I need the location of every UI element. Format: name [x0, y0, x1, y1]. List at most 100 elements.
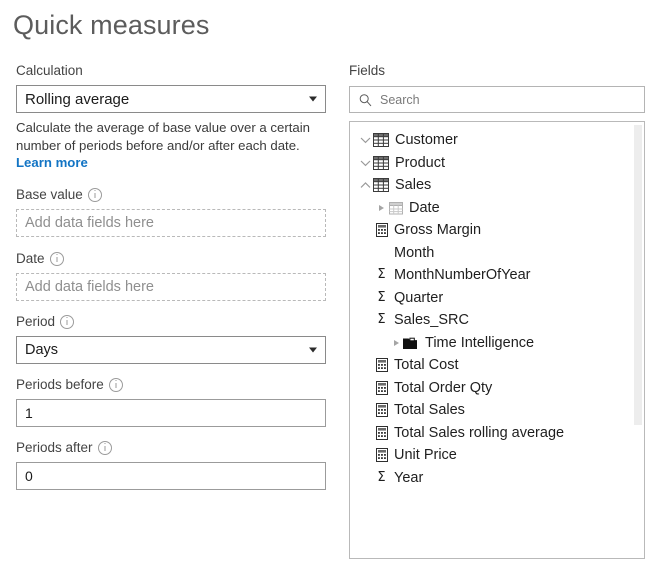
periods-before-value: 1: [25, 405, 33, 421]
tree-item-sales-src[interactable]: Σ Sales_SRC: [350, 309, 644, 332]
tree-item-label: Unit Price: [394, 444, 457, 466]
tree-item-year[interactable]: Σ Year: [350, 467, 644, 490]
tree-item-total-sales-rolling-average[interactable]: Total Sales rolling average: [350, 422, 644, 445]
search-placeholder: Search: [380, 93, 420, 107]
tree-item-label: Time Intelligence: [425, 332, 534, 354]
folder-icon: [403, 336, 419, 350]
tree-item-label: Total Cost: [394, 354, 458, 376]
base-value-dropzone[interactable]: Add data fields here: [16, 209, 326, 237]
calculator-icon: [375, 381, 388, 395]
tree-item-date[interactable]: Date: [350, 197, 644, 220]
date-dropzone[interactable]: Add data fields here: [16, 273, 326, 301]
fields-title: Fields: [349, 62, 645, 80]
sigma-icon: Σ: [375, 268, 388, 282]
tree-item-label: Year: [394, 467, 423, 489]
date-label-text: Date: [16, 250, 45, 268]
fields-scrollbar-thumb[interactable]: [634, 125, 642, 425]
fields-pane: Fields Search CustomerProductSalesDateGr…: [349, 62, 645, 559]
chevron-up-icon[interactable]: [358, 181, 373, 189]
tree-item-label: Sales_SRC: [394, 309, 469, 331]
description-line-1: Calculate the average of base value over…: [16, 120, 310, 135]
calculator-icon: [375, 223, 388, 237]
base-value-label-text: Base value: [16, 186, 83, 204]
calculation-description: Calculate the average of base value over…: [16, 119, 316, 172]
info-icon[interactable]: [88, 188, 102, 202]
calculator-icon: [375, 403, 388, 417]
tree-item-customer[interactable]: Customer: [350, 129, 644, 152]
calendar-icon: [388, 201, 403, 215]
chevron-down-icon: [309, 347, 317, 352]
calculation-pane: Calculation Rolling average Calculate th…: [16, 62, 326, 490]
periods-after-value: 0: [25, 468, 33, 484]
periods-after-input[interactable]: 0: [16, 462, 326, 490]
search-input[interactable]: Search: [349, 86, 645, 113]
period-label-text: Period: [16, 313, 55, 331]
fields-scrollbar-track[interactable]: [634, 123, 643, 559]
blank-icon: [375, 246, 388, 260]
info-icon[interactable]: [109, 378, 123, 392]
tree-item-total-order-qty[interactable]: Total Order Qty: [350, 377, 644, 400]
tree-item-label: Gross Margin: [394, 219, 481, 241]
tree-item-quarter[interactable]: Σ Quarter: [350, 287, 644, 310]
period-selected-value: Days: [25, 342, 58, 358]
periods-before-label-text: Periods before: [16, 376, 104, 394]
info-icon[interactable]: [98, 441, 112, 455]
tree-item-month[interactable]: Month: [350, 242, 644, 265]
calculation-label-text: Calculation: [16, 62, 83, 80]
table-icon: [373, 156, 389, 170]
period-dropdown[interactable]: Days: [16, 336, 326, 364]
table-icon: [373, 178, 389, 192]
fields-tree: CustomerProductSalesDateGross MarginMont…: [350, 122, 644, 489]
periods-after-label-text: Periods after: [16, 439, 93, 457]
tree-item-label: MonthNumberOfYear: [394, 264, 530, 286]
chevron-down-icon: [309, 97, 317, 102]
fields-tree-panel: CustomerProductSalesDateGross MarginMont…: [349, 121, 645, 559]
periods-before-input[interactable]: 1: [16, 399, 326, 427]
tree-item-total-sales[interactable]: Total Sales: [350, 399, 644, 422]
base-value-placeholder: Add data fields here: [25, 215, 154, 231]
chevron-down-icon[interactable]: [358, 136, 373, 144]
description-line-2: number of periods before and/or after ea…: [16, 138, 300, 153]
calculation-dropdown[interactable]: Rolling average: [16, 85, 326, 113]
tree-item-label: Customer: [395, 129, 458, 151]
tree-item-label: Sales: [395, 174, 431, 196]
date-placeholder: Add data fields here: [25, 279, 154, 295]
tree-item-monthnumberofyear[interactable]: Σ MonthNumberOfYear: [350, 264, 644, 287]
tree-item-sales[interactable]: Sales: [350, 174, 644, 197]
quick-measures-dialog: Quick measures Calculation Rolling avera…: [0, 0, 661, 567]
calculator-icon: [375, 358, 388, 372]
tree-item-gross-margin[interactable]: Gross Margin: [350, 219, 644, 242]
chevron-down-icon[interactable]: [358, 159, 373, 167]
triangle-right-icon[interactable]: [375, 205, 388, 211]
sigma-icon: Σ: [375, 313, 388, 327]
learn-more-link[interactable]: Learn more: [16, 154, 88, 172]
sigma-icon: Σ: [375, 291, 388, 305]
period-label: Period: [16, 313, 326, 331]
info-icon[interactable]: [60, 315, 74, 329]
calculator-icon: [375, 448, 388, 462]
calculator-icon: [375, 426, 388, 440]
periods-after-label: Periods after: [16, 439, 326, 457]
tree-item-label: Month: [394, 242, 434, 264]
sigma-icon: Σ: [375, 471, 388, 485]
base-value-label: Base value: [16, 186, 326, 204]
info-icon[interactable]: [50, 252, 64, 266]
tree-item-time-intelligence[interactable]: Time Intelligence: [350, 332, 644, 355]
table-icon: [373, 133, 389, 147]
tree-item-unit-price[interactable]: Unit Price: [350, 444, 644, 467]
tree-item-total-cost[interactable]: Total Cost: [350, 354, 644, 377]
date-label: Date: [16, 250, 326, 268]
tree-item-label: Date: [409, 197, 440, 219]
calculation-label: Calculation: [16, 62, 326, 80]
search-icon: [359, 93, 372, 106]
tree-item-label: Total Sales: [394, 399, 465, 421]
periods-before-label: Periods before: [16, 376, 326, 394]
triangle-right-icon[interactable]: [390, 340, 403, 346]
tree-item-product[interactable]: Product: [350, 152, 644, 175]
calculation-selected-value: Rolling average: [25, 91, 129, 108]
tree-item-label: Total Order Qty: [394, 377, 492, 399]
tree-item-label: Product: [395, 152, 445, 174]
tree-item-label: Quarter: [394, 287, 443, 309]
page-title: Quick measures: [13, 8, 209, 42]
tree-item-label: Total Sales rolling average: [394, 422, 564, 444]
